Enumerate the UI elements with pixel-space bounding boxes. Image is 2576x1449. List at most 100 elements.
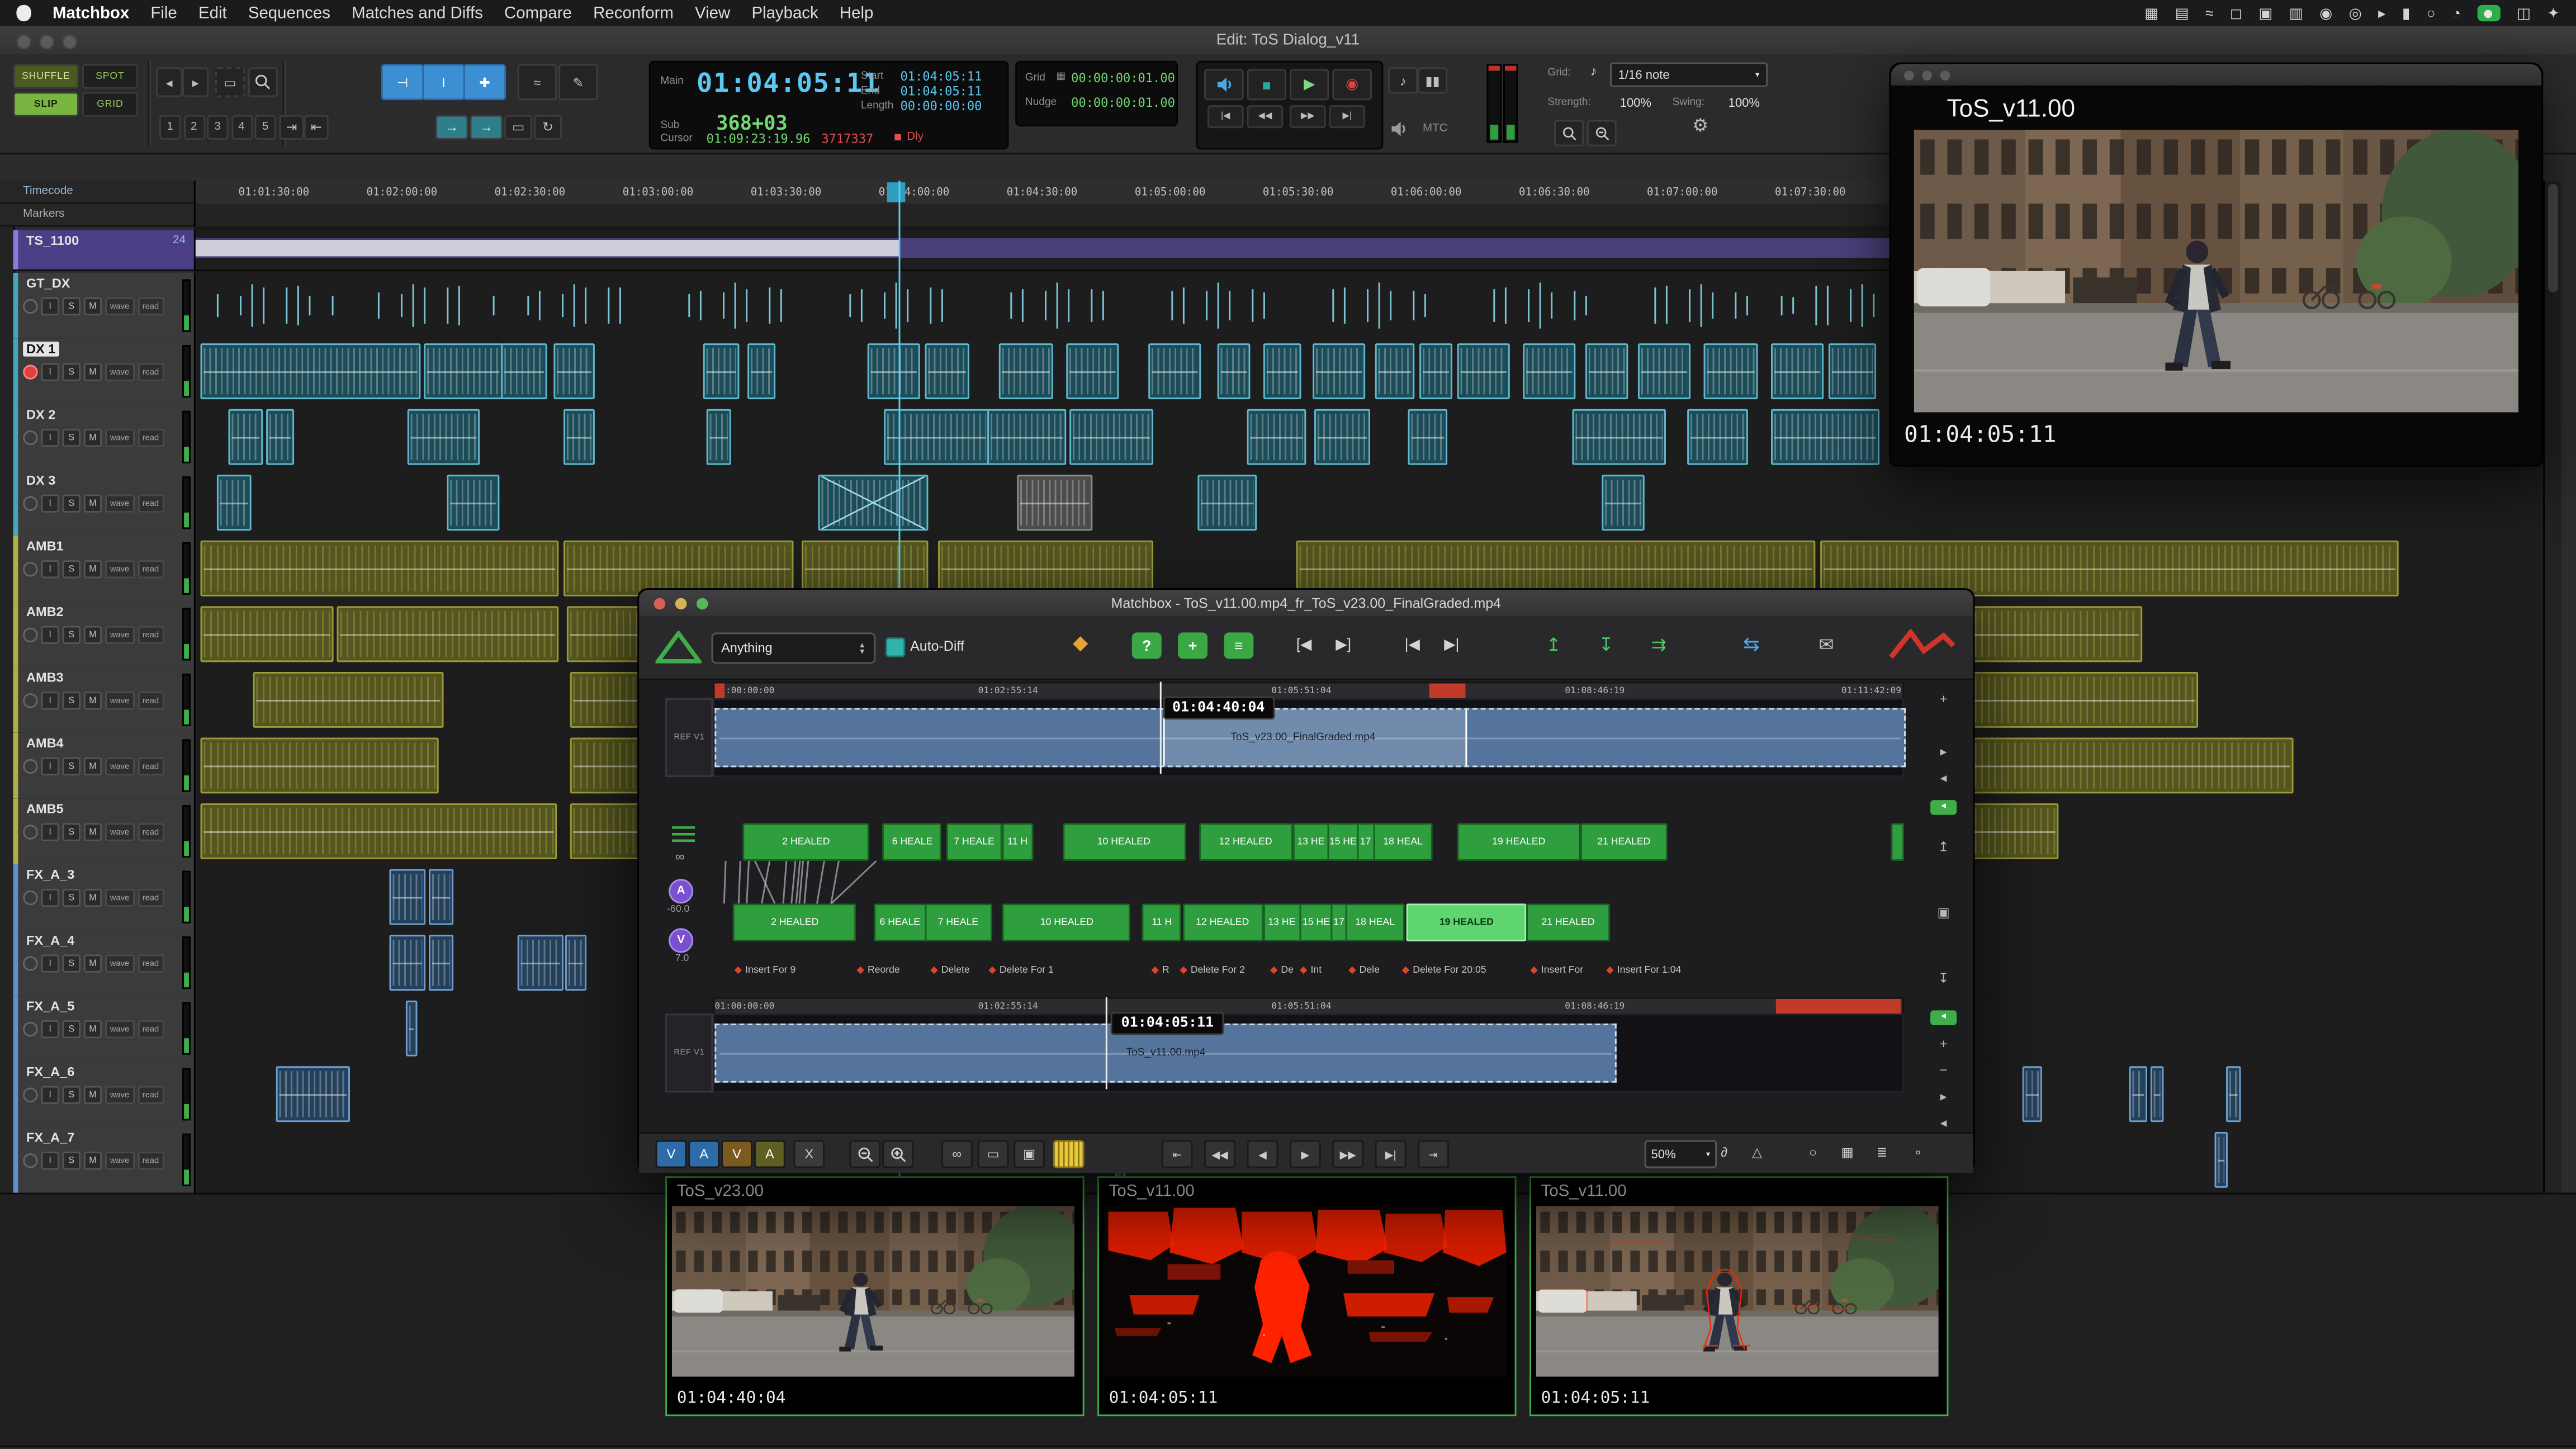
audio-clip[interactable] <box>1218 343 1249 399</box>
record-enable-button[interactable] <box>23 956 37 970</box>
healed-block[interactable]: 12 HEALED <box>1199 823 1292 861</box>
healed-block[interactable]: 15 HE <box>1300 903 1333 941</box>
selector-tool-button[interactable]: I <box>422 64 465 101</box>
metronome-button[interactable]: ♪ <box>1388 67 1418 93</box>
add-icon[interactable]: + <box>1930 692 1957 706</box>
track-s-button[interactable]: S <box>63 823 80 841</box>
zoomer-tool-button[interactable] <box>248 67 278 97</box>
automation-mode-selector[interactable]: read <box>138 1086 164 1104</box>
zoom-in-icon[interactable]: + <box>1930 1036 1957 1051</box>
menu-item-matches-and-diffs[interactable]: Matches and Diffs <box>352 4 483 22</box>
track-m-button[interactable]: M <box>84 889 102 907</box>
track-m-button[interactable]: M <box>84 429 102 447</box>
audio-clip[interactable] <box>1408 409 1447 465</box>
menu-item-reconform[interactable]: Reconform <box>593 4 674 22</box>
mail-icon[interactable]: ✉ <box>1819 634 1834 655</box>
audio-clip[interactable] <box>1829 343 1877 399</box>
track-name[interactable]: FX_A_4 <box>23 933 78 948</box>
zoom-preset-2-button[interactable]: 2 <box>183 115 205 140</box>
track-header-fx-a-6[interactable]: FX_A_6ISMwaveread <box>13 1061 196 1128</box>
edit-marker[interactable]: Delete For 1 <box>988 964 1053 976</box>
audio-clip[interactable] <box>429 935 453 991</box>
track-i-button[interactable]: I <box>41 889 59 907</box>
playlist-view-selector[interactable]: wave <box>105 692 134 709</box>
audio-clip[interactable] <box>518 935 564 991</box>
menu-item-compare[interactable]: Compare <box>504 4 572 22</box>
window-a-icon[interactable]: ▭ <box>978 1140 1009 1168</box>
track-header-dx-2[interactable]: DX 2ISMwaveread <box>13 404 196 471</box>
next-match-icon[interactable]: ▶] <box>1336 636 1351 654</box>
audio-clip[interactable] <box>1263 343 1301 399</box>
help-match-button[interactable]: ? <box>1132 632 1162 659</box>
track-name[interactable]: AMB1 <box>23 539 67 553</box>
track-header-amb1[interactable]: AMB1ISMwaveread <box>13 536 196 603</box>
minimize-icon[interactable] <box>40 35 54 49</box>
automation-mode-selector[interactable]: read <box>138 823 164 841</box>
swing-value[interactable]: 100% <box>1729 95 1760 110</box>
matchbox-window[interactable]: Matchbox - ToS_v11.00.mp4_fr_ToS_v23.00_… <box>637 588 1974 1173</box>
grid-status-icon[interactable]: ▣ <box>2258 6 2272 20</box>
track-header-ts-1100[interactable]: TS_110024 <box>13 230 196 271</box>
automation-mode-selector[interactable]: read <box>138 560 164 578</box>
edit-window-titlebar[interactable]: Edit: ToS Dialog_v11 <box>0 26 2576 56</box>
record-enable-button[interactable] <box>23 299 37 314</box>
audio-clip[interactable] <box>704 343 740 399</box>
audio-clip[interactable] <box>1770 343 1823 399</box>
playlist-view-selector[interactable]: wave <box>105 495 134 513</box>
target-playhead[interactable] <box>1106 997 1107 1090</box>
audio-clip[interactable] <box>1688 409 1748 465</box>
healed-block[interactable]: 18 HEAL <box>1374 823 1433 861</box>
audio-clip[interactable] <box>1458 343 1510 399</box>
audio-clip[interactable] <box>201 803 556 859</box>
heal-brush-icon[interactable] <box>1053 1140 1085 1168</box>
record-enable-button[interactable] <box>23 891 37 905</box>
menu-item-help[interactable]: Help <box>840 4 873 22</box>
track-s-button[interactable]: S <box>63 692 80 709</box>
align-match-button[interactable]: ≡ <box>1224 632 1253 659</box>
record-enable-button[interactable] <box>23 364 37 379</box>
link-timeline-button[interactable]: → <box>435 115 468 140</box>
link-playheads-icon[interactable]: ∞ <box>941 1140 973 1168</box>
preview-panel-3[interactable]: ToS_v11.0001:04:05:11 <box>1530 1176 1948 1416</box>
menu-item-view[interactable]: View <box>695 4 730 22</box>
healed-block[interactable]: 21 HEALED <box>1527 903 1609 941</box>
record-button[interactable]: ◉ <box>1332 69 1372 100</box>
match-list-icon[interactable] <box>672 826 695 842</box>
timeline-selection-marker[interactable] <box>887 182 905 202</box>
gear-icon[interactable]: ⚙ <box>1692 115 1708 136</box>
layer-a-button-3[interactable]: A <box>754 1140 785 1168</box>
track-name[interactable]: DX 2 <box>23 408 59 422</box>
play-button[interactable]: ▶ <box>1290 69 1329 100</box>
track-name[interactable]: DX 3 <box>23 473 59 487</box>
track-i-button[interactable]: I <box>41 560 59 578</box>
audio-clip[interactable] <box>925 343 970 399</box>
track-m-button[interactable]: M <box>84 626 102 644</box>
track-header-amb2[interactable]: AMB2ISMwaveread <box>13 602 196 669</box>
preview-panel-1[interactable]: ToS_v23.0001:04:40:04 <box>665 1176 1084 1416</box>
play-button[interactable]: ▶ <box>1290 1140 1321 1168</box>
track-m-button[interactable]: M <box>84 1152 102 1169</box>
video-gain-value[interactable]: 7.0 <box>675 954 689 964</box>
record-enable-button[interactable] <box>23 1022 37 1036</box>
go-to-start-button[interactable]: |◀ <box>1208 105 1244 128</box>
audio-clip[interactable] <box>1016 475 1092 531</box>
playlist-view-selector[interactable]: wave <box>105 429 134 447</box>
layer-v-button-0[interactable]: V <box>656 1140 687 1168</box>
track-i-button[interactable]: I <box>41 429 59 447</box>
mode-grid-button[interactable]: GRID <box>82 92 138 117</box>
edit-marker[interactable]: Delete For 2 <box>1180 964 1244 976</box>
search-icon[interactable]: ○ <box>2427 6 2436 20</box>
track-header-amb4[interactable]: AMB4ISMwaveread <box>13 733 196 800</box>
video-window[interactable]: ToS_v11.00 01:04:05:11 <box>1890 63 2544 467</box>
audio-clip[interactable] <box>501 343 547 399</box>
marquee-zoom-icon[interactable]: ▭ <box>215 67 245 97</box>
search-zoom-in-button[interactable] <box>1554 120 1584 146</box>
delta-view-icon[interactable]: △ <box>1743 1140 1771 1165</box>
step-right-icon[interactable]: ▸ <box>1930 744 1957 759</box>
record-enable-button[interactable] <box>23 759 37 774</box>
audio-clip[interactable] <box>217 475 251 531</box>
length-value[interactable]: 00:00:00:00 <box>900 98 982 113</box>
edit-marker[interactable]: Delete For 20:05 <box>1402 964 1486 976</box>
playlist-view-selector[interactable]: wave <box>105 954 134 972</box>
playlist-view-selector[interactable]: wave <box>105 297 134 315</box>
